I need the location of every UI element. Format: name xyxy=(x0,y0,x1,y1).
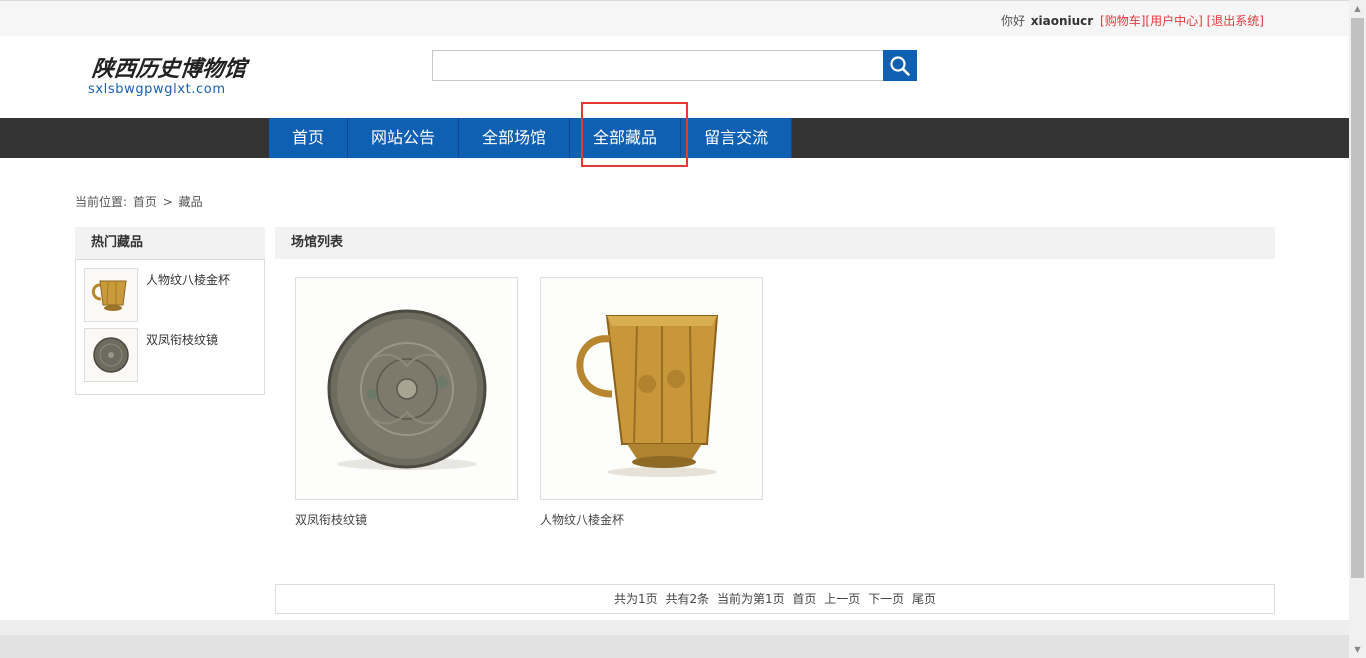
card-caption: 人物纹八棱金杯 xyxy=(540,513,625,527)
username: xiaoniucr xyxy=(1030,14,1094,28)
search-button[interactable] xyxy=(883,50,917,81)
pager-total-items: 共有2条 xyxy=(665,592,710,606)
card-caption: 双凤衔枝纹镜 xyxy=(295,513,368,527)
sidebar-item-label: 双凤衔枝纹镜 xyxy=(146,333,219,347)
bronze-mirror-image xyxy=(295,277,518,500)
card-grid: 双凤衔枝纹镜 人物纹八棱金杯 xyxy=(275,259,1275,584)
sidebar-item[interactable]: 人物纹八棱金杯 xyxy=(84,268,256,322)
page: 你好 xiaoniucr [购物车][用户中心] [退出系统] 陕西历史博物馆 … xyxy=(0,0,1366,658)
hot-collections-sidebar: 热门藏品 人物纹八棱金杯 双凤衔枝纹镜 xyxy=(75,227,265,395)
gold-cup-image xyxy=(540,277,763,500)
sidebar-item[interactable]: 双凤衔枝纹镜 xyxy=(84,328,256,382)
pager-current: 当前为第1页 xyxy=(716,592,785,606)
breadcrumb-prefix: 当前位置: xyxy=(75,195,128,209)
pager-first[interactable]: 首页 xyxy=(792,592,816,606)
nav-messages[interactable]: 留言交流 xyxy=(681,118,793,158)
scroll-down-icon[interactable]: ▼ xyxy=(1349,641,1366,658)
search-box xyxy=(432,50,917,81)
logo-title: 陕西历史博物馆 xyxy=(90,56,248,82)
footer xyxy=(0,620,1349,658)
user-center-link[interactable]: [用户中心] xyxy=(1145,14,1202,28)
nav-collections[interactable]: 全部藏品 xyxy=(570,118,682,158)
search-input[interactable] xyxy=(432,50,884,81)
collection-card[interactable]: 人物纹八棱金杯 xyxy=(540,277,763,528)
nav-notices[interactable]: 网站公告 xyxy=(348,118,460,158)
pager-last[interactable]: 尾页 xyxy=(912,592,936,606)
nav-bar: 首页 网站公告 全部场馆 全部藏品 留言交流 xyxy=(0,118,1349,158)
scroll-thumb[interactable] xyxy=(1351,18,1364,578)
breadcrumb-current: 藏品 xyxy=(178,195,203,209)
site-logo[interactable]: 陕西历史博物馆 sxlsbwgpwglxt.com xyxy=(88,56,253,102)
header: 陕西历史博物馆 sxlsbwgpwglxt.com xyxy=(0,36,1349,118)
logout-link[interactable]: [退出系统] xyxy=(1207,14,1264,28)
nav-home[interactable]: 首页 xyxy=(269,118,349,158)
user-area: 你好 xiaoniucr [购物车][用户中心] [退出系统] xyxy=(1001,12,1264,29)
cart-link[interactable]: [购物车] xyxy=(1100,14,1145,28)
footer-bar xyxy=(0,635,1349,658)
sidebar-title: 热门藏品 xyxy=(75,227,265,259)
bronze-mirror-icon xyxy=(84,328,138,382)
sidebar-list: 人物纹八棱金杯 双凤衔枝纹镜 xyxy=(75,259,265,395)
gold-cup-icon xyxy=(84,268,138,322)
search-icon xyxy=(890,55,910,76)
pager-prev[interactable]: 上一页 xyxy=(824,592,860,606)
top-bar: 你好 xiaoniucr [购物车][用户中心] [退出系统] xyxy=(0,0,1349,36)
section-title: 场馆列表 xyxy=(275,227,1275,259)
breadcrumb: 当前位置: 首页 > 藏品 xyxy=(75,193,205,210)
logo-subtitle: sxlsbwgpwglxt.com xyxy=(88,82,226,97)
venue-list-section: 场馆列表 双凤衔枝纹镜 人物纹八棱金杯 xyxy=(275,227,1275,584)
breadcrumb-separator: > xyxy=(162,195,173,209)
sidebar-item-label: 人物纹八棱金杯 xyxy=(146,273,231,287)
pagination: 共为1页 共有2条 当前为第1页 首页 上一页 下一页 尾页 xyxy=(275,584,1275,614)
scroll-up-icon[interactable]: ▲ xyxy=(1349,0,1366,17)
vertical-scrollbar[interactable]: ▲ ▼ xyxy=(1349,0,1366,658)
greeting-text: 你好 xyxy=(1000,14,1025,28)
main-nav: 首页 网站公告 全部场馆 全部藏品 留言交流 xyxy=(269,118,793,158)
breadcrumb-home[interactable]: 首页 xyxy=(133,195,157,209)
nav-venues[interactable]: 全部场馆 xyxy=(459,118,571,158)
pager-next[interactable]: 下一页 xyxy=(868,592,904,606)
pager-total-pages: 共为1页 xyxy=(614,592,658,606)
collection-card[interactable]: 双凤衔枝纹镜 xyxy=(295,277,518,528)
